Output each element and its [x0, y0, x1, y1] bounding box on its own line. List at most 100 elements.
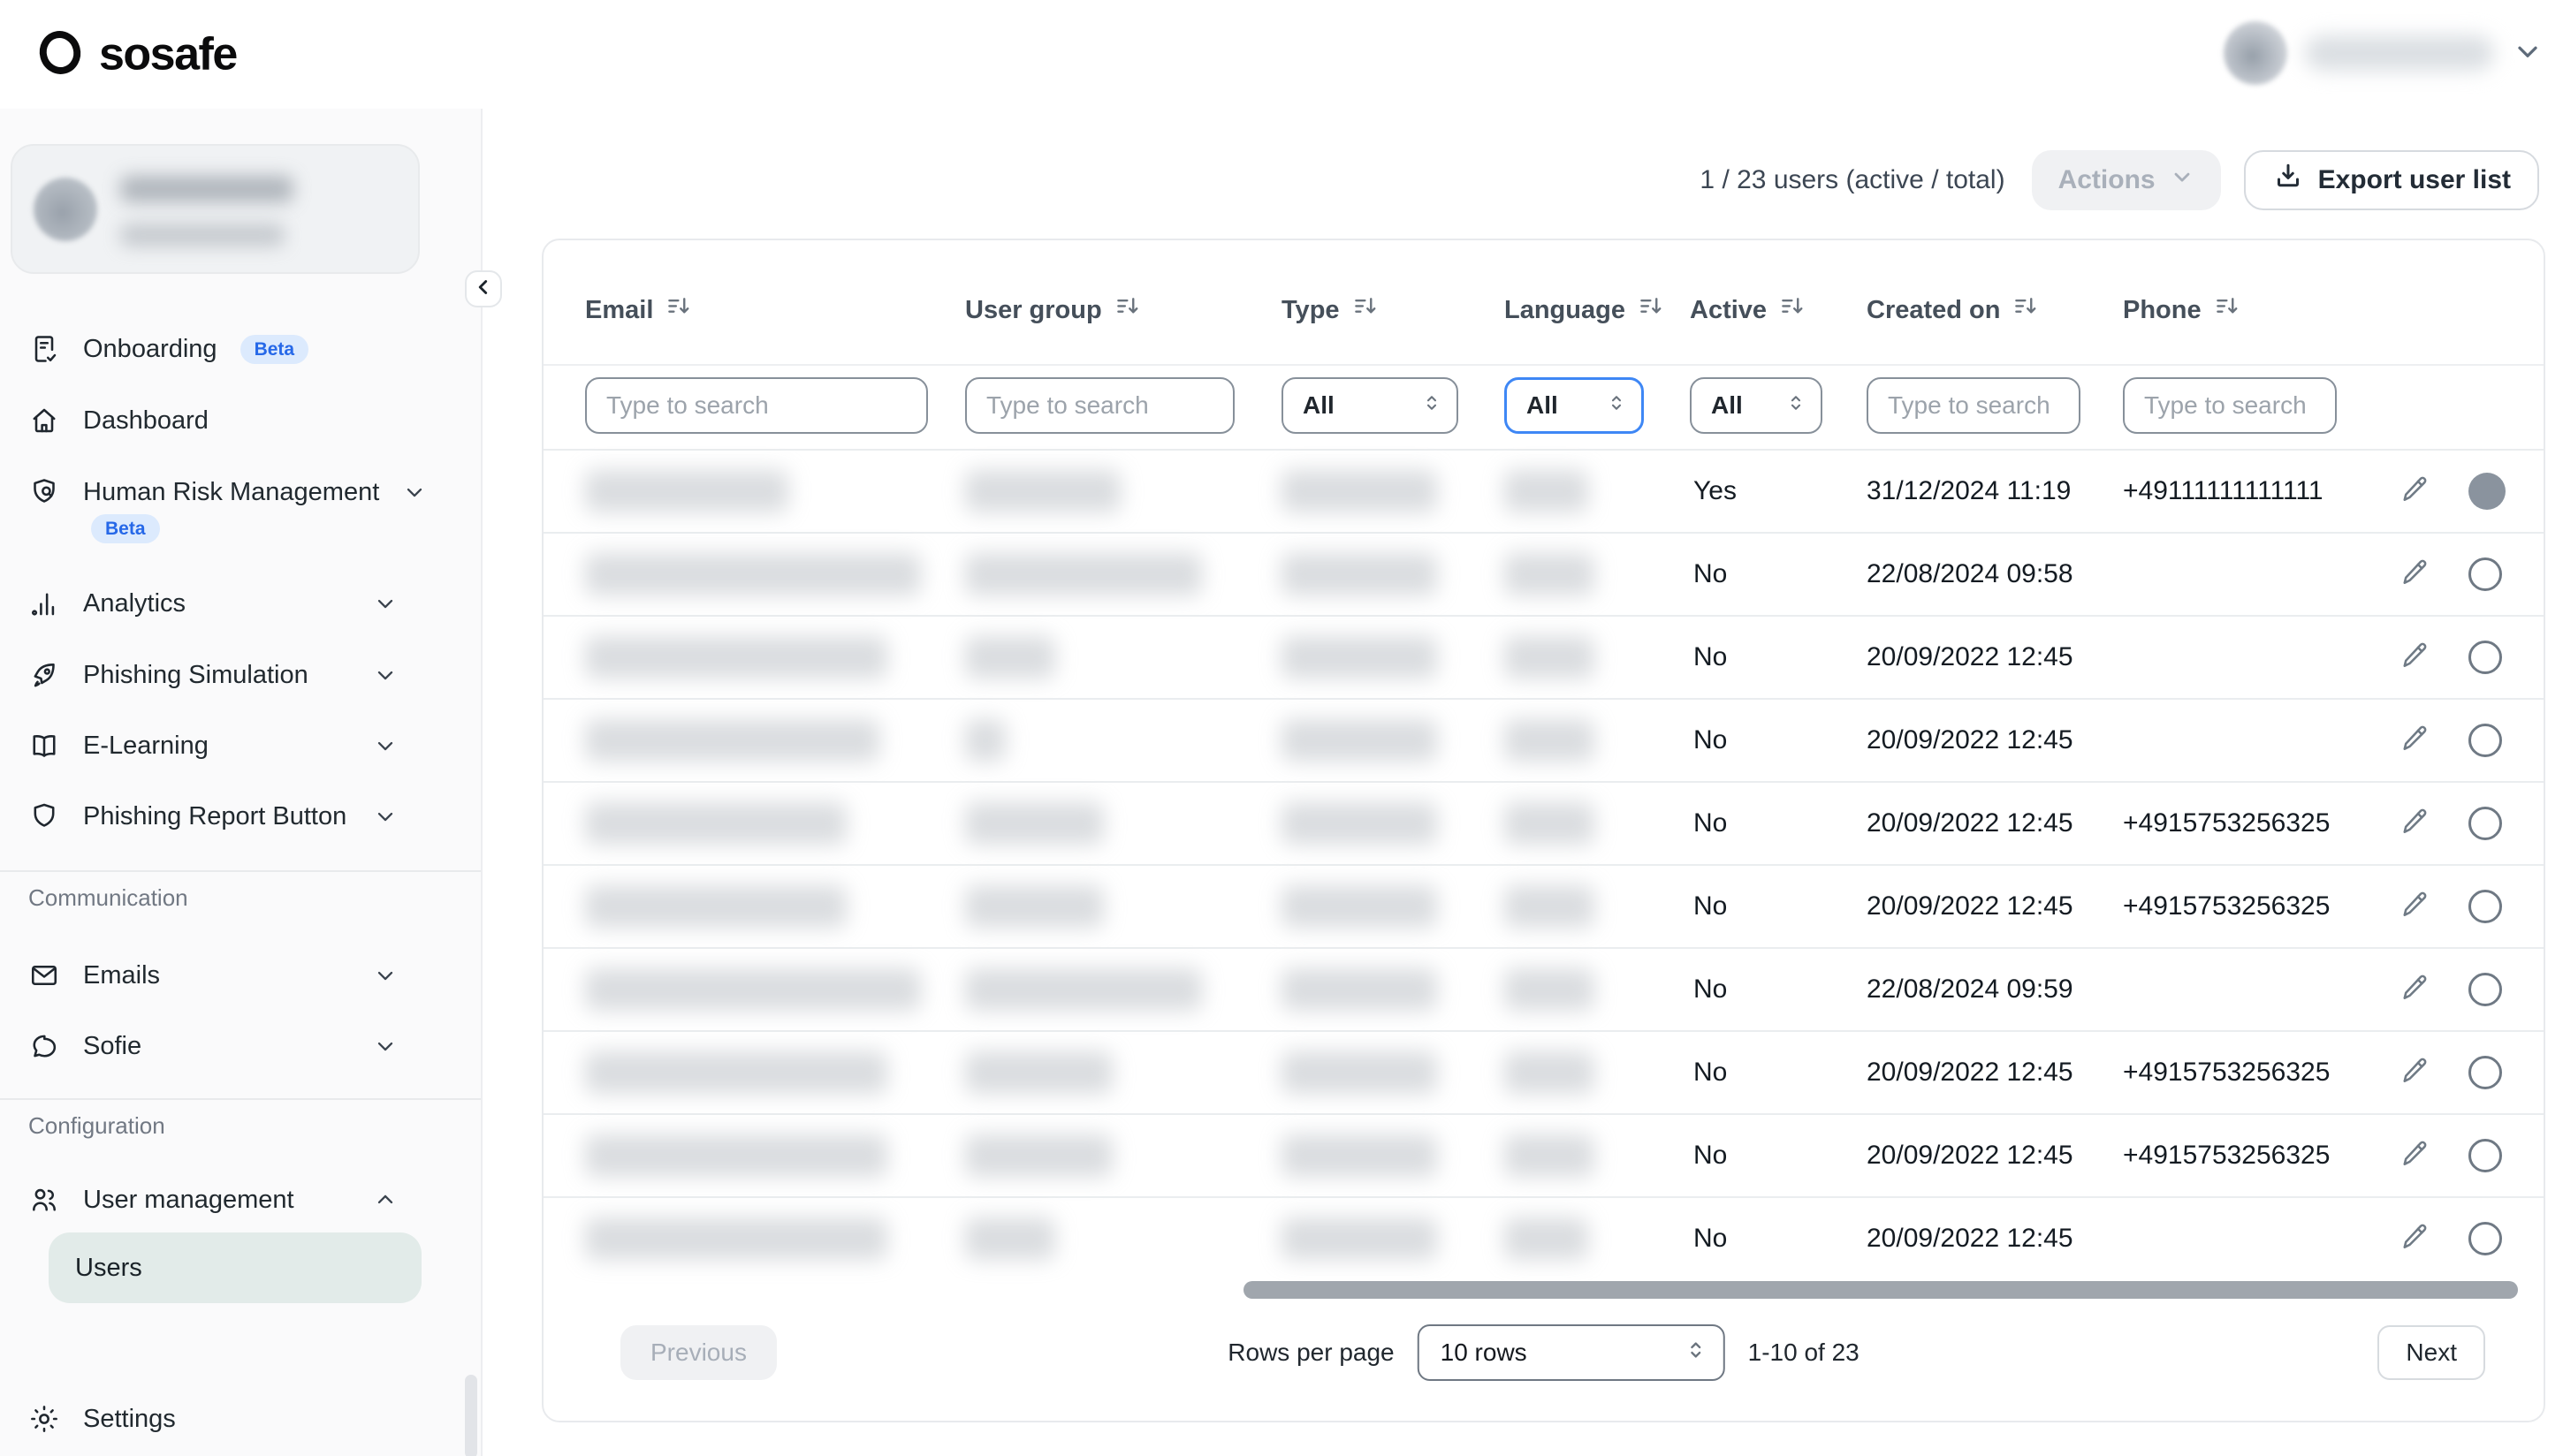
select-updown-icon [1421, 391, 1442, 420]
row-select-radio[interactable] [2468, 1139, 2502, 1172]
previous-page-button[interactable]: Previous [620, 1325, 777, 1380]
cell-phone: +4915753256325 [2123, 891, 2330, 921]
cell-active: No [1693, 808, 1727, 838]
cell-created-on: 20/09/2022 12:45 [1867, 642, 2073, 672]
column-header-type[interactable]: Type [1282, 293, 1379, 327]
sidebar-item-settings[interactable]: Settings [0, 1392, 481, 1446]
filter-language-select[interactable]: All [1504, 377, 1644, 434]
filter-created-on-input[interactable] [1867, 377, 2080, 434]
sidebar-collapse-button[interactable] [465, 270, 502, 307]
pencil-icon [2399, 1055, 2430, 1091]
edit-row-button[interactable] [2396, 473, 2433, 510]
cell-active: No [1693, 1224, 1727, 1254]
redacted-cell [1504, 719, 1594, 762]
filter-active-select[interactable]: All [1690, 377, 1822, 434]
sort-icon[interactable] [2214, 293, 2240, 327]
sidebar-item-human-risk-management[interactable]: Human Risk Management [0, 465, 481, 519]
sort-icon[interactable] [665, 293, 692, 327]
redacted-cell [1282, 968, 1437, 1011]
sidebar-item-emails[interactable]: Emails [0, 948, 481, 1003]
sidebar-item-phishing-report-button[interactable]: Phishing Report Button [0, 789, 481, 844]
cell-created-on: 20/09/2022 12:45 [1867, 1224, 2073, 1254]
table-row[interactable]: No20/09/2022 12:45 [544, 615, 2544, 698]
account-menu[interactable] [2224, 12, 2544, 94]
sidebar-item-label: Human Risk Management [83, 478, 379, 507]
sidebar-item-e-learning[interactable]: E-Learning [0, 718, 481, 773]
table-row[interactable]: Yes31/12/2024 11:19+49111111111111 [544, 449, 2544, 532]
sidebar-item-label: Sofie [83, 1032, 141, 1061]
column-header-label: Active [1690, 296, 1767, 325]
table-row[interactable]: No20/09/2022 12:45+4915753256325 [544, 1030, 2544, 1113]
table-row[interactable]: No22/08/2024 09:58 [544, 532, 2544, 615]
horizontal-scrollbar-thumb[interactable] [1243, 1281, 2518, 1299]
row-select-radio[interactable] [2468, 973, 2502, 1006]
edit-row-button[interactable] [2396, 1137, 2433, 1174]
sort-icon[interactable] [1779, 293, 1806, 327]
sidebar-item-label: Analytics [83, 589, 186, 618]
column-header-active[interactable]: Active [1690, 293, 1806, 327]
row-select-radio[interactable] [2468, 807, 2502, 840]
sidebar-item-dashboard[interactable]: Dashboard [0, 393, 481, 448]
company-card[interactable] [11, 144, 420, 274]
row-select-radio[interactable] [2468, 890, 2502, 923]
sort-icon[interactable] [1114, 293, 1141, 327]
mail-icon [28, 959, 60, 991]
export-user-list-button[interactable]: Export user list [2244, 150, 2539, 210]
export-button-label: Export user list [2318, 165, 2511, 195]
column-header-language[interactable]: Language [1504, 293, 1664, 327]
column-header-user-group[interactable]: User group [965, 293, 1141, 327]
column-header-phone[interactable]: Phone [2123, 293, 2240, 327]
sidebar-scrollbar-thumb[interactable] [465, 1375, 477, 1456]
edit-row-button[interactable] [2396, 639, 2433, 676]
redacted-cell [1504, 885, 1594, 928]
chevron-down-icon [373, 663, 398, 687]
filter-phone-input[interactable] [2123, 377, 2337, 434]
sidebar-divider [0, 1098, 481, 1100]
next-page-button[interactable]: Next [2377, 1325, 2485, 1380]
users-table-card: Email User group Type Language Active Created… [542, 239, 2545, 1422]
edit-row-button[interactable] [2396, 888, 2433, 925]
table-row[interactable]: No 20/09/2022 12:45 [544, 1196, 2544, 1279]
sidebar-item-analytics[interactable]: Analytics [0, 576, 481, 631]
row-select-radio[interactable] [2468, 641, 2502, 674]
row-select-radio[interactable] [2468, 473, 2506, 510]
edit-row-button[interactable] [2396, 556, 2433, 593]
pencil-icon [2399, 1221, 2430, 1257]
filter-user-group-input[interactable] [965, 377, 1235, 434]
table-row[interactable]: No20/09/2022 12:45 [544, 698, 2544, 781]
actions-button[interactable]: Actions [2032, 150, 2221, 210]
row-select-radio[interactable] [2468, 557, 2502, 591]
cell-created-on: 20/09/2022 12:45 [1867, 1141, 2073, 1171]
sidebar-item-onboarding[interactable]: OnboardingBeta [0, 322, 481, 376]
table-row[interactable]: No20/09/2022 12:45+4915753256325 [544, 781, 2544, 864]
table-row[interactable]: No22/08/2024 09:59 [544, 947, 2544, 1030]
column-header-created-on[interactable]: Created on [1867, 293, 2039, 327]
row-select-radio[interactable] [2468, 1056, 2502, 1089]
row-select-radio[interactable] [2468, 1222, 2502, 1255]
filter-type-select[interactable]: All [1282, 377, 1458, 434]
sidebar-item-label: Dashboard [83, 406, 209, 436]
column-header-email[interactable]: Email [585, 293, 692, 327]
edit-row-button[interactable] [2396, 1054, 2433, 1091]
sidebar-item-user-management[interactable]: User management [0, 1172, 481, 1227]
sidebar-item-label: User management [83, 1186, 294, 1215]
table-row[interactable]: No20/09/2022 12:45+4915753256325 [544, 1113, 2544, 1196]
sidebar-item-phishing-simulation[interactable]: Phishing Simulation [0, 648, 481, 702]
sidebar-item-sofie[interactable]: Sofie [0, 1019, 481, 1073]
rows-per-page-select[interactable]: 10 rows [1418, 1324, 1725, 1381]
bar-chart-icon [28, 588, 60, 619]
sidebar-item-users[interactable]: Users [49, 1232, 422, 1303]
table-row[interactable]: No20/09/2022 12:45+4915753256325 [544, 864, 2544, 947]
edit-row-button[interactable] [2396, 971, 2433, 1008]
sort-icon[interactable] [2012, 293, 2039, 327]
edit-row-button[interactable] [2396, 1220, 2433, 1257]
sort-icon[interactable] [1638, 293, 1664, 327]
cell-created-on: 20/09/2022 12:45 [1867, 891, 2073, 921]
filter-email-input[interactable] [585, 377, 928, 434]
edit-row-button[interactable] [2396, 722, 2433, 759]
sort-icon[interactable] [1352, 293, 1379, 327]
sidebar: OnboardingBeta Dashboard Human Risk Manage… [0, 109, 483, 1456]
row-select-radio[interactable] [2468, 724, 2502, 757]
edit-row-button[interactable] [2396, 805, 2433, 842]
chevron-down-icon [2170, 164, 2194, 196]
